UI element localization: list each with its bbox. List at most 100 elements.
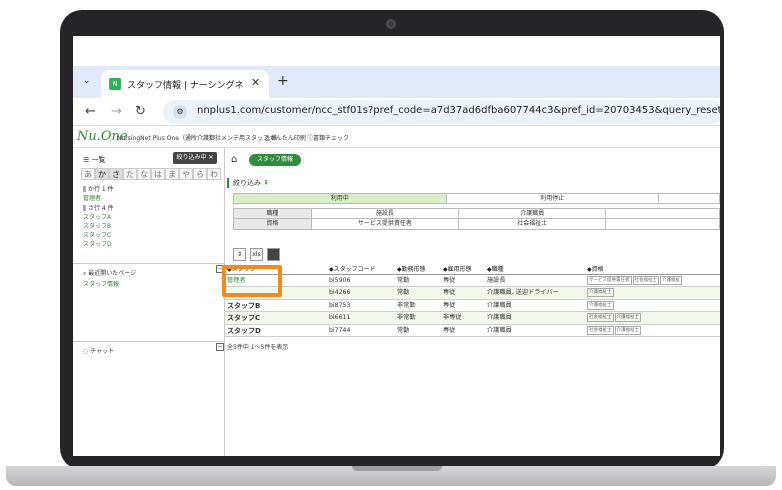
url-text: nnplus1.com/customer/ncc_stf01s?pref_cod…: [197, 105, 720, 116]
sidebar-staff-c[interactable]: スタッフC: [83, 230, 111, 239]
row-job: 施設長: [487, 277, 506, 284]
row-quals: 介護福祉士: [587, 288, 615, 299]
group-ka: か行 1 件: [83, 184, 114, 193]
laptop-base: [6, 466, 776, 486]
row-work: 常勤: [397, 326, 410, 334]
excel-export-icon[interactable]: xls: [250, 248, 263, 261]
status-tabs: 利用中 利用停止: [233, 193, 720, 204]
kana-a[interactable]: あ: [81, 168, 95, 180]
browser-tabbar: ⌄ N スタッフ情報 | ナーシングネットプラス ✕ +: [73, 66, 720, 98]
table-row[interactable]: スタッフC bi6611 非常勤 非専従 介護職員 社会福祉士 介護福祉士: [225, 312, 720, 325]
tab-list-chevron-icon[interactable]: ⌄: [83, 76, 91, 86]
tab-title: スタッフ情報 | ナーシングネットプラス: [127, 81, 243, 91]
filter-qual-social-worker[interactable]: 社会福祉士: [459, 219, 607, 229]
table-header: ◆スタッフ ◆スタッフコード ◆勤務形態 ◆雇用形態 ◆職種 ◆資格: [225, 264, 720, 275]
document-check-link[interactable]: ⓘ書類チェック: [307, 133, 349, 142]
kana-na[interactable]: な: [137, 168, 151, 180]
row-work: 非常勤: [397, 314, 416, 322]
list-title: ☰ 一覧: [83, 155, 106, 165]
qual-badge: サービス提供責任者: [587, 276, 632, 285]
row-name[interactable]: スタッフD: [227, 326, 261, 336]
sort-icon[interactable]: ⇕: [233, 248, 246, 261]
row-code: bi4266: [329, 289, 351, 297]
home-icon[interactable]: ⌂: [231, 154, 245, 166]
staff-list-panel: ☰ 一覧 絞り込み中 ✕ あ か さ た な は ま や ら わ か行 1 件 …: [73, 148, 225, 256]
filter-label-job: 職種: [234, 209, 312, 218]
filter-job-empty: [606, 209, 719, 218]
qual-badge: 社会福祉士: [587, 325, 614, 335]
col-qual[interactable]: ◆資格: [587, 265, 604, 275]
clear-filter-button[interactable]: 絞り込み中 ✕: [173, 152, 217, 164]
reload-icon[interactable]: ↻: [135, 104, 146, 119]
table-row[interactable]: bi4266 常勤 専従 介護職員, 送迎ドライバー 介護福祉士: [225, 287, 720, 300]
recent-item-staff-info[interactable]: スタッフ情報: [83, 279, 119, 288]
row-name[interactable]: スタッフC: [227, 313, 260, 323]
col-emp[interactable]: ◆雇用形態: [443, 265, 472, 275]
chat-label: チャット: [90, 348, 115, 355]
kana-ha[interactable]: は: [151, 168, 165, 180]
row-code: bi7744: [329, 326, 351, 334]
address-bar: ← → ↻ ⚙ nnplus1.com/customer/ncc_stf01s?…: [73, 98, 720, 126]
url-field[interactable]: ⚙ nnplus1.com/customer/ncc_stf01s?pref_c…: [163, 100, 720, 124]
filter-heading[interactable]: 絞り込み ⇞: [227, 178, 269, 188]
filter-job-care-worker[interactable]: 介護職員: [459, 209, 607, 218]
breadcrumb-staff-info[interactable]: スタッフ情報: [249, 153, 302, 166]
kana-ya[interactable]: や: [179, 168, 193, 180]
staff-table: ◆スタッフ ◆スタッフコード ◆勤務形態 ◆雇用形態 ◆職種 ◆資格 管理者 b…: [225, 264, 720, 337]
easy-print-label: かんたん印刷: [269, 135, 306, 142]
qual-badge: 社会福祉士: [587, 313, 614, 323]
sidebar-staff-b[interactable]: スタッフB: [83, 221, 111, 230]
status-tab-active[interactable]: 利用中: [234, 194, 447, 203]
row-job: 介護職員, 送迎ドライバー: [487, 289, 559, 297]
table-row[interactable]: スタッフB bi8753 非常勤 専従 介護職員 介護福祉士: [225, 300, 720, 313]
browser-tab-active[interactable]: N スタッフ情報 | ナーシングネットプラス ✕: [101, 70, 269, 98]
row-code: bi6611: [329, 314, 351, 322]
highlight-annotation: [222, 265, 282, 297]
main-content: ⌂ スタッフ情報 絞り込み ⇞ 利用中 利用停止 職種 施設長 介護職員 資格 …: [225, 148, 720, 456]
chat-title: ◌ チャット: [83, 346, 114, 355]
forward-icon[interactable]: →: [111, 104, 122, 119]
kana-sa[interactable]: さ: [109, 168, 123, 180]
col-work[interactable]: ◆勤務形態: [397, 265, 426, 275]
row-code: bi5906: [329, 277, 351, 284]
kana-ta[interactable]: た: [123, 168, 137, 180]
filter-qual-service-manager[interactable]: サービス提供責任者: [312, 219, 460, 229]
filter-row-job: 職種 施設長 介護職員: [233, 208, 720, 219]
row-job: 介護職員: [487, 301, 512, 309]
back-icon[interactable]: ←: [85, 104, 96, 119]
table-tools: ⇕ xls ▬: [233, 248, 284, 261]
kana-wa[interactable]: わ: [207, 168, 221, 180]
row-emp: 非専従: [443, 314, 462, 322]
sidebar-staff-a[interactable]: スタッフA: [83, 212, 111, 221]
row-quals: サービス提供責任者 社会福祉士 介護福祉: [587, 276, 683, 287]
collapse-icon[interactable]: ▬: [267, 248, 280, 261]
row-code: bi8753: [329, 301, 351, 309]
sidebar: ☰ 一覧 絞り込み中 ✕ あ か さ た な は ま や ら わ か行 1 件 …: [73, 148, 225, 456]
qual-badge: 介護福祉士: [614, 313, 641, 323]
app-header: Nu.One NursingNet Plus One（通所介護） 御社メンテ用ス…: [73, 126, 720, 148]
col-job[interactable]: ◆職種: [487, 265, 504, 275]
kana-ra[interactable]: ら: [193, 168, 207, 180]
kana-ka[interactable]: か: [95, 168, 109, 180]
sidebar-staff-kanrisha[interactable]: 管理者: [83, 193, 101, 202]
qual-badge: 介護福祉士: [614, 325, 641, 335]
row-count: 全5件中 1～5件を表示: [227, 344, 289, 351]
table-row[interactable]: スタッフD bi7744 常勤 専従 介護職員 社会福祉士 介護福祉士: [225, 325, 720, 337]
recent-pages-label: 最近開いたページ: [88, 270, 137, 277]
collapse-chat-icon[interactable]: −: [216, 343, 224, 351]
status-tab-empty: [659, 194, 719, 203]
easy-print-link[interactable]: ⎙かんたん印刷: [265, 133, 306, 143]
filter-job-facility-head[interactable]: 施設長: [312, 209, 460, 218]
new-tab-icon[interactable]: +: [277, 73, 289, 89]
kana-ma[interactable]: ま: [165, 168, 179, 180]
row-job: 介護職員: [487, 326, 512, 334]
sidebar-staff-d[interactable]: スタッフD: [83, 239, 112, 248]
row-name[interactable]: スタッフB: [227, 301, 260, 311]
tab-close-icon[interactable]: ✕: [251, 76, 260, 89]
col-code[interactable]: ◆スタッフコード: [329, 265, 376, 275]
table-row[interactable]: 管理者 bi5906 常勤 専従 施設長 サービス提供責任者 社会福祉士 介護福祉: [225, 275, 720, 288]
status-tab-stopped[interactable]: 利用停止: [447, 194, 659, 203]
site-info-icon[interactable]: ⚙: [173, 105, 187, 119]
kana-index: あ か さ た な は ま や ら わ: [81, 168, 221, 180]
row-work: 常勤: [397, 277, 410, 284]
